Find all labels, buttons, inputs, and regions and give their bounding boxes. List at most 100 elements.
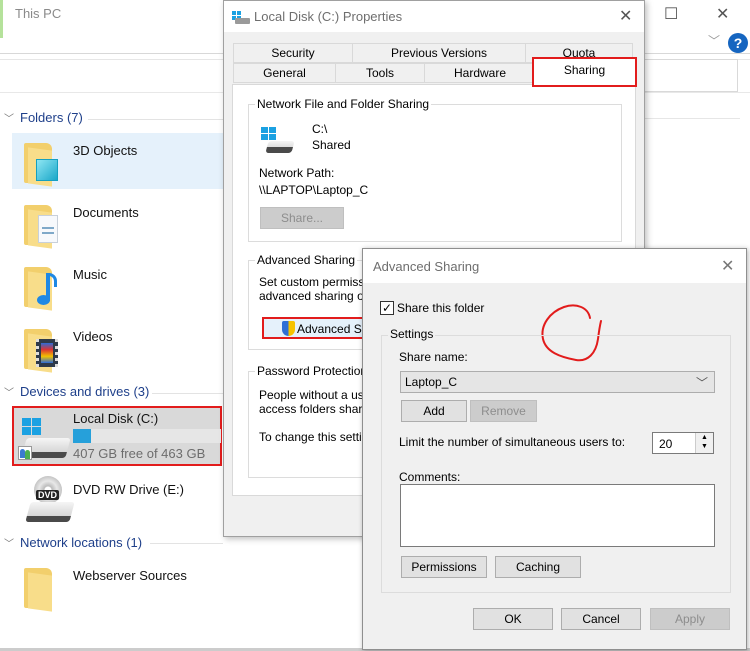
user-limit-label: Limit the number of simultaneous users t…	[399, 435, 626, 449]
music-folder-icon	[24, 263, 66, 311]
chevron-down-icon: ﹀	[4, 539, 14, 550]
drive-item-dvd[interactable]: DVD DVD RW Drive (E:)	[12, 470, 224, 526]
window-accent-edge	[0, 0, 3, 38]
password-protection-description-2: access folders share	[259, 402, 370, 416]
local-disk-drive-icon	[18, 416, 71, 462]
tab-hardware[interactable]: Hardware	[424, 63, 536, 83]
chevron-down-icon: ﹀	[695, 376, 708, 390]
group-rule	[152, 393, 223, 394]
share-name-value: Laptop_C	[405, 375, 458, 389]
close-button[interactable]: ✕	[619, 6, 632, 26]
chevron-down-icon: ﹀	[4, 388, 14, 399]
dialog-title: Advanced Sharing	[373, 259, 480, 274]
remove-button[interactable]: Remove	[470, 400, 537, 422]
uac-shield-icon	[282, 321, 295, 336]
button-label: Advanced S	[297, 322, 362, 336]
folder-item-3d-objects[interactable]: 3D Objects	[12, 133, 224, 189]
3d-objects-folder-icon	[24, 139, 66, 187]
network-sharing-group: Network File and Folder Sharing C:\ Shar…	[248, 97, 622, 242]
videos-folder-icon	[24, 325, 66, 373]
folder-item-music[interactable]: Music	[12, 257, 224, 313]
ok-button[interactable]: OK	[473, 608, 553, 630]
user-limit-spinner[interactable]: 20 ▲ ▼	[652, 432, 714, 454]
comments-label: Comments:	[399, 470, 461, 484]
drive-label: Local Disk (C:)	[73, 411, 159, 426]
ribbon-expand-chevron-icon[interactable]: ﹀	[708, 32, 720, 49]
network-item-webserver-sources[interactable]: Webserver Sources	[12, 558, 224, 614]
password-protection-link-text[interactable]: To change this settin	[259, 430, 368, 444]
drive-free-space: 407 GB free of 463 GB	[73, 446, 206, 461]
item-label: Documents	[73, 205, 139, 220]
close-button[interactable]: ✕	[716, 4, 729, 24]
dvd-badge: DVD	[36, 490, 60, 500]
permissions-button[interactable]: Permissions	[401, 556, 487, 578]
drive-usage-bar	[73, 429, 221, 443]
item-label: DVD RW Drive (E:)	[73, 482, 184, 497]
spinner-arrows[interactable]: ▲ ▼	[695, 433, 713, 453]
share-status: Shared	[312, 138, 351, 152]
share-this-folder-label[interactable]: Share this folder	[397, 301, 484, 315]
group-legend: Settings	[388, 327, 436, 341]
share-path: C:\	[312, 122, 328, 136]
group-label: Devices and drives (3)	[20, 384, 150, 399]
properties-title: Local Disk (C:) Properties	[254, 9, 403, 24]
group-rule	[150, 543, 223, 544]
advanced-sharing-button[interactable]: Advanced S	[262, 317, 372, 339]
help-icon[interactable]: ?	[728, 33, 748, 53]
tab-sharing[interactable]: Sharing	[532, 57, 637, 87]
advanced-sharing-description-2: advanced sharing o	[259, 289, 364, 303]
tab-general[interactable]: General	[233, 63, 336, 83]
network-path-value: \\LAPTOP\Laptop_C	[259, 183, 369, 197]
maximize-button[interactable]: ☐	[664, 4, 678, 24]
folder-item-videos[interactable]: Videos	[12, 319, 224, 375]
add-button[interactable]: Add	[401, 400, 467, 422]
share-button[interactable]: Share...	[260, 207, 344, 229]
item-label: Webserver Sources	[73, 568, 187, 583]
group-header-devices[interactable]: ﹀ Devices and drives (3)	[4, 384, 149, 399]
shared-drive-icon	[261, 127, 297, 157]
dvd-drive-icon: DVD	[24, 476, 75, 524]
drive-usage-fill	[73, 429, 91, 443]
search-input[interactable]	[640, 59, 738, 92]
cancel-button[interactable]: Cancel	[561, 608, 641, 630]
share-name-dropdown[interactable]: Laptop_C ﹀	[400, 371, 715, 393]
folder-item-documents[interactable]: Documents	[12, 195, 224, 251]
group-header-folders[interactable]: ﹀ Folders (7)	[4, 110, 83, 125]
network-folder-icon	[24, 564, 66, 612]
documents-folder-icon	[24, 201, 66, 249]
comments-input[interactable]	[400, 484, 715, 547]
group-legend: Password Protection	[255, 364, 370, 378]
group-rule	[640, 118, 740, 119]
group-rule	[88, 119, 223, 120]
arrow-down-icon[interactable]: ▼	[696, 442, 713, 451]
drive-title-icon	[232, 11, 250, 25]
tab-security[interactable]: Security	[233, 43, 353, 63]
shared-users-icon	[18, 446, 32, 460]
advanced-sharing-description: Set custom permissi	[259, 275, 368, 289]
item-label: Music	[73, 267, 107, 282]
network-path-label: Network Path:	[259, 166, 335, 180]
share-this-folder-checkbox[interactable]: ✓	[380, 301, 394, 315]
item-label: Videos	[73, 329, 113, 344]
group-label: Network locations (1)	[20, 535, 143, 550]
settings-group: Settings Share name: Laptop_C ﹀ Add Remo…	[381, 327, 731, 593]
drive-item-local-disk-c[interactable]: Local Disk (C:) 407 GB free of 463 GB	[12, 406, 222, 466]
close-button[interactable]: ✕	[721, 256, 734, 276]
window-title: This PC	[15, 6, 62, 21]
tab-previous-versions[interactable]: Previous Versions	[352, 43, 526, 63]
item-label: 3D Objects	[73, 143, 138, 158]
share-name-label: Share name:	[399, 350, 468, 364]
group-header-network[interactable]: ﹀ Network locations (1)	[4, 535, 142, 550]
arrow-up-icon[interactable]: ▲	[696, 433, 713, 442]
group-legend: Advanced Sharing	[255, 253, 358, 267]
password-protection-description: People without a use	[259, 388, 371, 402]
tab-tools[interactable]: Tools	[335, 63, 425, 83]
group-legend: Network File and Folder Sharing	[255, 97, 432, 111]
user-limit-value: 20	[659, 437, 673, 451]
apply-button[interactable]: Apply	[650, 608, 730, 630]
advanced-sharing-titlebar: Advanced Sharing ✕	[363, 249, 746, 283]
chevron-down-icon: ﹀	[4, 114, 14, 125]
caching-button[interactable]: Caching	[495, 556, 581, 578]
advanced-sharing-dialog: Advanced Sharing ✕ ✓ Share this folder S…	[362, 248, 747, 650]
group-label: Folders (7)	[20, 110, 83, 125]
